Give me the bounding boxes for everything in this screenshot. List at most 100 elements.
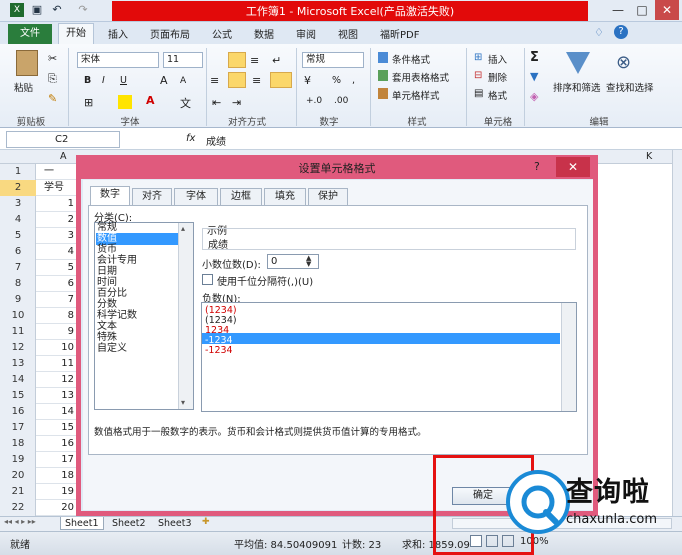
row-header[interactable]: 21 <box>0 484 36 500</box>
autosum-icon[interactable]: Σ <box>530 50 539 65</box>
decrease-decimal-icon[interactable]: .00 <box>334 96 348 106</box>
comma-button[interactable]: , <box>352 75 355 86</box>
dialog-tab-fill[interactable]: 填充 <box>264 188 306 205</box>
row-header[interactable]: 16 <box>0 404 36 420</box>
tab-page-layout[interactable]: 页面布局 <box>150 26 190 42</box>
row-header[interactable]: 10 <box>0 308 36 324</box>
fill-color-icon[interactable] <box>118 95 132 109</box>
row-header[interactable]: 2 <box>0 180 36 196</box>
cell-a[interactable]: 13 <box>44 388 74 404</box>
number-format-combo[interactable]: 常规 <box>302 52 364 68</box>
font-name-combo[interactable]: 宋体 <box>77 52 159 68</box>
tab-review[interactable]: 审阅 <box>296 26 316 42</box>
currency-icon[interactable]: ¥ <box>304 74 311 87</box>
cell-a[interactable]: 7 <box>44 292 74 308</box>
underline-button[interactable]: U <box>120 75 127 86</box>
sheet-nav-arrows-icon[interactable]: ◂◂ ◂ ▸ ▸▸ <box>4 517 36 526</box>
table-format-button[interactable]: 套用表格格式 <box>392 70 449 84</box>
row-header[interactable]: 1 <box>0 164 36 180</box>
cell-a[interactable]: 8 <box>44 308 74 324</box>
wrap-text-icon[interactable]: ↵ <box>272 54 281 67</box>
dialog-tab-number[interactable]: 数字 <box>90 186 130 206</box>
negative-scrollbar[interactable] <box>561 303 576 411</box>
cell-a[interactable]: 3 <box>44 228 74 244</box>
italic-button[interactable]: I <box>102 75 105 86</box>
cell-a[interactable]: 5 <box>44 260 74 276</box>
align-center-icon[interactable] <box>228 72 246 88</box>
collapse-ribbon-icon[interactable]: ♢ <box>594 26 604 39</box>
help-icon[interactable]: ? <box>614 25 628 39</box>
cell-a[interactable]: 14 <box>44 404 74 420</box>
paste-button[interactable]: 粘贴 <box>14 80 33 94</box>
tab-insert[interactable]: 插入 <box>108 26 128 42</box>
formula-input[interactable]: 成绩 <box>206 133 226 148</box>
decimal-spinner-icon[interactable]: ▲ ▼ <box>306 255 311 268</box>
file-tab[interactable]: 文件 <box>8 24 52 44</box>
insert-cells-button[interactable]: 插入 <box>488 52 507 66</box>
outdent-icon[interactable]: ⇥ <box>232 96 241 109</box>
row-header[interactable]: 18 <box>0 436 36 452</box>
tab-foxit-pdf[interactable]: 福昕PDF <box>380 26 419 42</box>
copy-icon[interactable]: ⎘ <box>48 72 57 86</box>
category-scrollbar[interactable] <box>178 223 193 409</box>
cell-a[interactable]: 11 <box>44 356 74 372</box>
delete-cells-button[interactable]: 删除 <box>488 70 507 84</box>
border-icon[interactable]: ⊞ <box>84 96 93 109</box>
dialog-tab-font[interactable]: 字体 <box>174 188 218 205</box>
cell-a[interactable]: 学号 <box>44 180 74 196</box>
align-left-icon[interactable]: ≡ <box>210 74 219 87</box>
column-header-a[interactable]: A <box>60 151 67 162</box>
row-header[interactable]: 22 <box>0 500 36 516</box>
format-painter-icon[interactable]: ✎ <box>48 92 57 105</box>
undo-icon[interactable]: ↶ <box>50 3 64 17</box>
find-select-button[interactable]: 查找和选择 <box>606 80 654 94</box>
percent-button[interactable]: % <box>332 75 341 86</box>
cut-icon[interactable]: ✂ <box>48 52 57 65</box>
sheet-tab-sheet3[interactable]: Sheet3 <box>154 517 196 530</box>
paste-icon[interactable] <box>16 50 38 76</box>
dialog-tab-alignment[interactable]: 对齐 <box>132 188 172 205</box>
column-header-k[interactable]: K <box>646 151 652 162</box>
thousands-checkbox[interactable] <box>202 274 213 285</box>
cell-a[interactable]: 2 <box>44 212 74 228</box>
fill-icon[interactable]: ▼ <box>530 70 538 83</box>
tab-data[interactable]: 数据 <box>254 26 274 42</box>
find-select-icon[interactable]: ⊗ <box>616 52 631 73</box>
indent-icon[interactable]: ⇤ <box>212 96 221 109</box>
dialog-tab-protection[interactable]: 保护 <box>308 188 348 205</box>
row-header[interactable]: 19 <box>0 452 36 468</box>
save-icon[interactable]: ▣ <box>30 3 44 17</box>
negative-format-item[interactable]: -1234 <box>205 345 233 356</box>
cell-a[interactable]: 20 <box>44 500 74 516</box>
row-header[interactable]: 17 <box>0 420 36 436</box>
row-header[interactable]: 3 <box>0 196 36 212</box>
dialog-tab-border[interactable]: 边框 <box>220 188 262 205</box>
clear-icon[interactable]: ◈ <box>530 90 538 103</box>
ok-button[interactable]: 确定 <box>452 487 514 505</box>
dialog-close-button[interactable]: ✕ <box>556 157 590 177</box>
font-shrink-icon[interactable]: A <box>180 76 186 86</box>
cell-a[interactable]: 19 <box>44 484 74 500</box>
cell-a[interactable]: 一 <box>44 164 74 180</box>
cell-a[interactable]: 18 <box>44 468 74 484</box>
font-size-combo[interactable]: 11 <box>163 52 203 68</box>
font-grow-icon[interactable]: A <box>160 74 168 87</box>
align-top-icon[interactable] <box>228 52 246 68</box>
cell-a[interactable]: 15 <box>44 420 74 436</box>
cell-a[interactable]: 10 <box>44 340 74 356</box>
cell-a[interactable]: 9 <box>44 324 74 340</box>
row-header[interactable]: 6 <box>0 244 36 260</box>
align-right-icon[interactable]: ≡ <box>252 74 261 87</box>
vertical-scrollbar[interactable] <box>672 150 682 516</box>
sheet-tab-sheet1[interactable]: Sheet1 <box>60 517 104 530</box>
cell-a[interactable]: 12 <box>44 372 74 388</box>
cell-a[interactable]: 16 <box>44 436 74 452</box>
negative-number-list[interactable] <box>201 302 577 412</box>
cell-a[interactable]: 17 <box>44 452 74 468</box>
row-header[interactable]: 20 <box>0 468 36 484</box>
row-header[interactable]: 14 <box>0 372 36 388</box>
insert-function-icon[interactable]: fx <box>186 133 195 144</box>
phonetic-icon[interactable]: 文 <box>180 95 191 111</box>
cell-a[interactable]: 4 <box>44 244 74 260</box>
redo-icon[interactable]: ↷ <box>76 3 90 17</box>
